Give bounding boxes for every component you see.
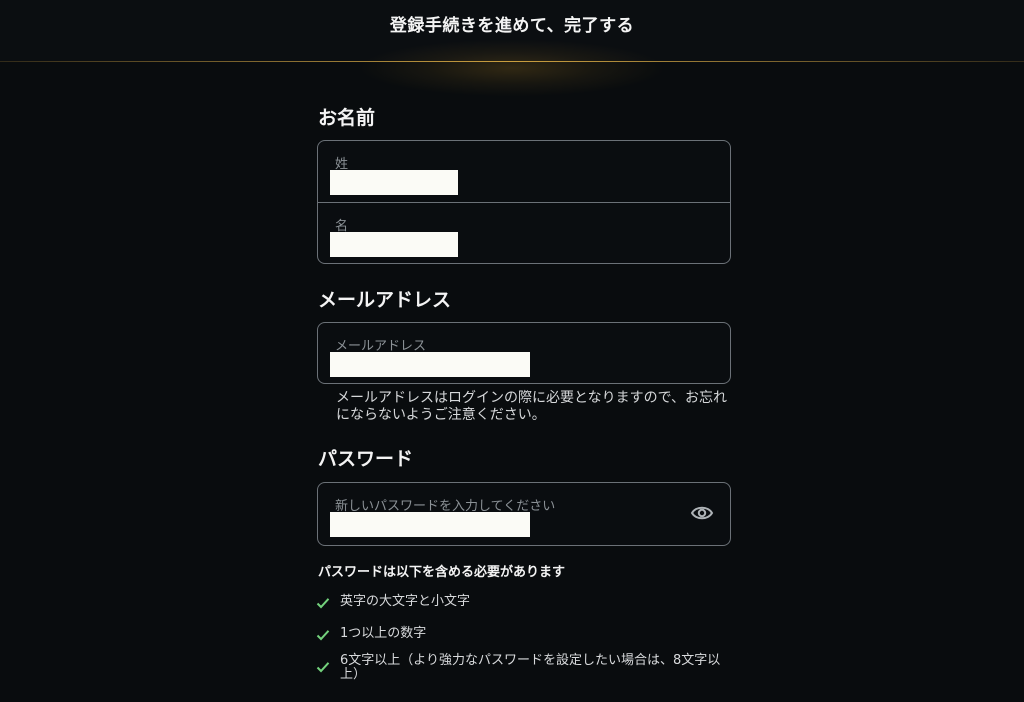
email-value[interactable] <box>330 352 530 377</box>
check-icon <box>316 598 330 609</box>
requirement-text: 6文字以上（より強力なパスワードを設定したい場合は、8文字以上） <box>340 653 721 682</box>
password-field[interactable]: 新しいパスワードを入力してください <box>317 482 731 546</box>
eye-icon[interactable] <box>690 504 714 522</box>
check-icon <box>316 630 330 641</box>
email-section-title: メールアドレス <box>318 289 452 311</box>
name-field-group: 姓 名 <box>317 140 731 264</box>
requirement-text: 1つ以上の数字 <box>340 626 427 641</box>
requirement-text: 英字の大文字と小文字 <box>340 594 471 609</box>
password-value[interactable] <box>330 512 530 537</box>
registration-page: 登録手続きを進めて、完了する お名前 姓 名 メールアドレス メールアドレス メ… <box>0 0 1024 702</box>
page-title: 登録手続きを進めて、完了する <box>389 16 635 36</box>
password-section-title: パスワード <box>318 448 414 470</box>
password-field-row[interactable]: 新しいパスワードを入力してください <box>318 483 730 545</box>
name-section-title: お名前 <box>318 107 376 129</box>
email-hint: メールアドレスはログインの際に必要となりますので、お忘れにならないようご注意くだ… <box>336 390 728 423</box>
email-field-row[interactable]: メールアドレス <box>318 323 730 384</box>
password-requirements-title: パスワードは以下を含める必要があります <box>318 565 566 580</box>
first-name-field[interactable]: 名 <box>318 202 730 264</box>
email-field[interactable]: メールアドレス <box>317 322 731 384</box>
last-name-field[interactable]: 姓 <box>318 141 730 202</box>
header-divider <box>0 61 1024 62</box>
check-icon <box>316 662 330 673</box>
header-bar: 登録手続きを進めて、完了する <box>0 0 1024 62</box>
first-name-value[interactable] <box>330 232 458 257</box>
last-name-value[interactable] <box>330 170 458 195</box>
